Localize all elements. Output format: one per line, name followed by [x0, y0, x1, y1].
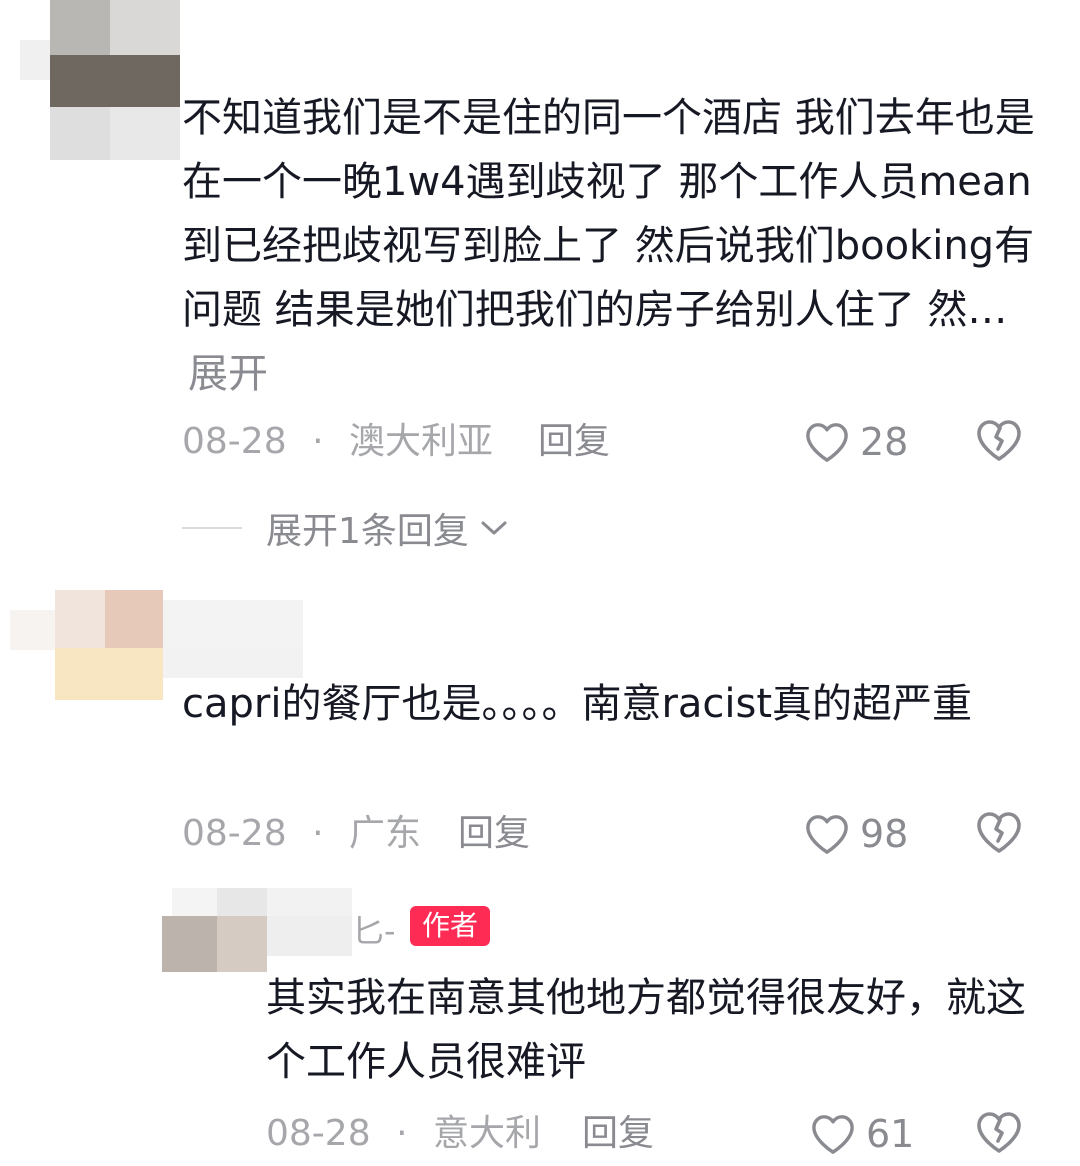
comment-text: capri的餐厅也是。。。。南意racist真的超严重 — [182, 681, 973, 727]
broken-heart-icon — [977, 420, 1021, 461]
reply-username[interactable]: 匕- — [352, 906, 396, 952]
expand-replies-label: 展开1条回复 — [266, 511, 469, 552]
comment-meta: 08-28 · 广东 — [182, 802, 421, 866]
heart-icon — [812, 1115, 854, 1154]
broken-heart-icon — [977, 1112, 1021, 1153]
author-badge: 作者 — [410, 906, 491, 946]
dislike-button[interactable] — [975, 810, 1023, 858]
reply-location: 意大利 — [432, 1113, 541, 1154]
like-count: 28 — [860, 420, 909, 464]
dislike-button[interactable] — [975, 418, 1023, 466]
like-count: 98 — [860, 812, 909, 856]
reply-meta: 08-28 · 意大利 — [266, 1102, 541, 1166]
meta-separator: · — [312, 421, 324, 462]
comment-meta: 08-28 · 澳大利亚 — [182, 410, 493, 474]
reply-button[interactable]: 回复 — [538, 410, 610, 474]
like-button[interactable]: 61 — [810, 1102, 914, 1166]
dislike-button[interactable] — [975, 1110, 1023, 1158]
avatar[interactable] — [20, 0, 180, 160]
comment-date: 08-28 — [182, 813, 287, 854]
reply-button[interactable]: 回复 — [458, 802, 530, 866]
comment-location: 广东 — [348, 813, 421, 854]
reply-item: 匕- 作者 其实我在南意其他地方都觉得很友好，就这个工作人员很难评 08-28 … — [0, 880, 1080, 1156]
reply-date: 08-28 — [266, 1113, 371, 1154]
chevron-down-icon — [481, 521, 507, 535]
expand-replies-button[interactable]: 展开1条回复 — [182, 496, 509, 560]
expand-text-button[interactable]: 展开 — [188, 351, 268, 397]
reply-text: 其实我在南意其他地方都觉得很友好，就这个工作人员很难评 — [266, 975, 1026, 1085]
comment-date: 08-28 — [182, 421, 287, 462]
heart-icon — [806, 423, 848, 462]
like-button[interactable]: 28 — [804, 410, 908, 474]
broken-heart-icon — [977, 812, 1021, 853]
divider-line — [182, 527, 242, 529]
meta-separator: · — [396, 1113, 408, 1154]
avatar[interactable] — [162, 888, 362, 972]
like-button[interactable]: 98 — [804, 802, 908, 866]
comment-item: 不知道我们是不是住的同一个酒店 我们去年也是在一个一晚1w4遇到歧视了 那个工作… — [0, 0, 1080, 560]
comment-location: 澳大利亚 — [348, 421, 493, 462]
meta-separator: · — [312, 813, 324, 854]
like-count: 61 — [866, 1112, 915, 1156]
comment-item: capri的餐厅也是。。。。南意racist真的超严重 08-28 · 广东 回… — [0, 580, 1080, 880]
reply-button[interactable]: 回复 — [582, 1102, 654, 1166]
heart-icon — [806, 815, 848, 854]
comment-text: 不知道我们是不是住的同一个酒店 我们去年也是在一个一晚1w4遇到歧视了 那个工作… — [182, 95, 1035, 397]
